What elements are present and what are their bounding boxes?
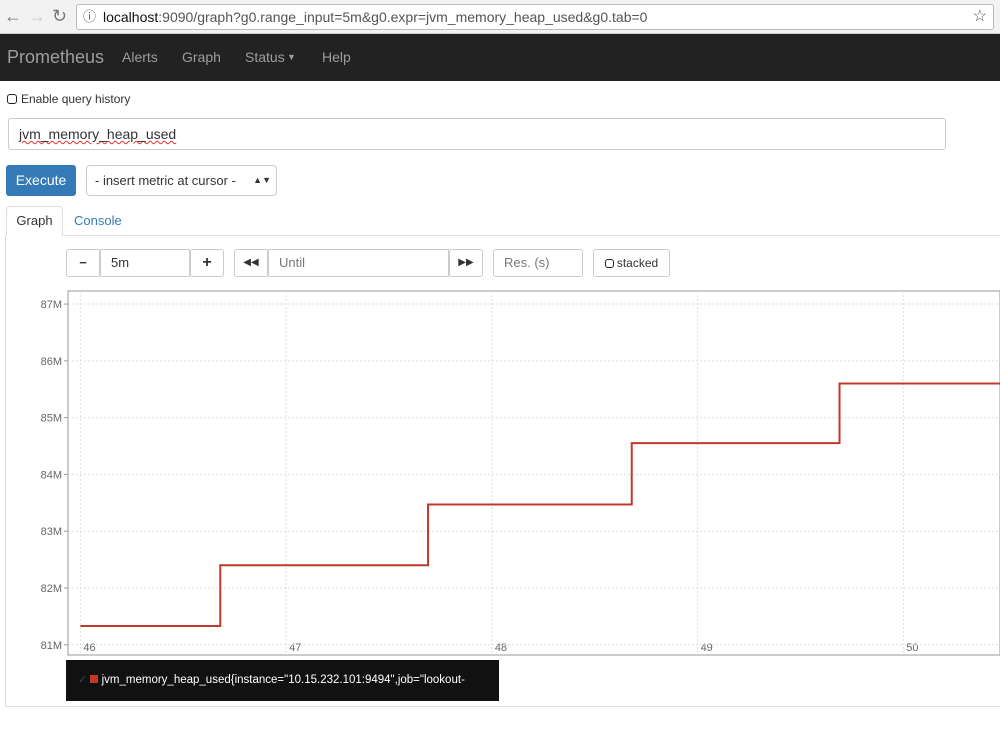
expression-text: jvm_memory_heap_used [19,126,177,142]
resolution-input[interactable]: Res. (s) [493,249,583,277]
x-tick-label: 48 [495,642,507,654]
graph-chart: 46 47 48 49 50 81M 82M 83M 84M 85M 86M 87M [41,290,1000,656]
plot-frame [67,290,1000,656]
tab-console[interactable]: Console [74,206,122,236]
reload-icon[interactable]: ↻ [52,6,67,27]
range-input[interactable]: 5m [100,249,190,277]
forward-icon[interactable]: → [28,6,46,27]
y-tick-label: 83M [41,526,62,538]
checkbox[interactable] [604,258,614,268]
legend-series-label[interactable]: jvm_memory_heap_used{instance="10.15.232… [78,674,465,727]
y-tick-label: 82M [41,583,62,595]
x-tick-label: 50 [906,642,918,654]
insert-metric-select[interactable]: - insert metric at cursor - ▲▼ [86,165,277,196]
select-value: - insert metric at cursor - [95,173,236,188]
query-history-label: Enable query history [21,92,131,106]
info-icon: ⓘ [83,9,97,24]
expression-input[interactable]: jvm_memory_heap_used [8,118,946,150]
until-input[interactable]: Until [268,249,449,277]
url-host: localhost [103,9,159,25]
y-tick-label: 87M [41,299,62,311]
y-tick-label: 84M [41,469,62,481]
nav-graph[interactable]: Graph [182,34,221,81]
y-tick-label: 85M [41,413,62,425]
x-tick-label: 47 [289,642,301,654]
legend: ✓ jvm_memory_heap_used{instance="10.15.2… [66,660,499,727]
tab-graph[interactable]: Graph [6,206,63,236]
checkbox[interactable] [7,94,17,104]
nav-status[interactable]: Status [245,34,285,81]
address-bar[interactable]: ⓘ localhost:9090/graph?g0.range_input=5m… [76,4,994,30]
caret-down-icon: ▼ [287,52,296,62]
range-increase-button[interactable]: + [190,249,224,277]
series-swatch [90,675,99,683]
query-history-toggle[interactable]: Enable query history [7,92,130,106]
time-back-icon[interactable]: ◀◀ [234,249,268,277]
browser-toolbar: ← → ↻ ⓘ localhost:9090/graph?g0.range_in… [0,0,1000,34]
select-arrows-icon: ▲▼ [253,175,271,185]
nav-help[interactable]: Help [322,34,351,81]
bookmark-star-icon[interactable]: ☆ [973,5,987,29]
url-path: :9090/graph?g0.range_input=5m&g0.expr=jv… [158,9,648,25]
check-icon[interactable]: ✓ [78,674,87,686]
stacked-label: stacked [616,256,659,270]
brand[interactable]: Prometheus [7,34,104,81]
series-line [80,382,1000,628]
navbar: Prometheus Alerts Graph Status ▼ Help [0,34,1000,81]
execute-button[interactable]: Execute [6,165,76,196]
y-tick-label: 86M [41,356,62,368]
x-tick-label: 46 [83,642,95,654]
back-icon[interactable]: ← [4,6,22,27]
stacked-toggle[interactable]: stacked [593,249,670,277]
x-tick-label: 49 [701,642,713,654]
nav-alerts[interactable]: Alerts [122,34,158,81]
range-decrease-button[interactable]: − [66,249,100,277]
time-forward-icon[interactable]: ▶▶ [449,249,483,277]
y-tick-label: 81M [41,640,62,652]
